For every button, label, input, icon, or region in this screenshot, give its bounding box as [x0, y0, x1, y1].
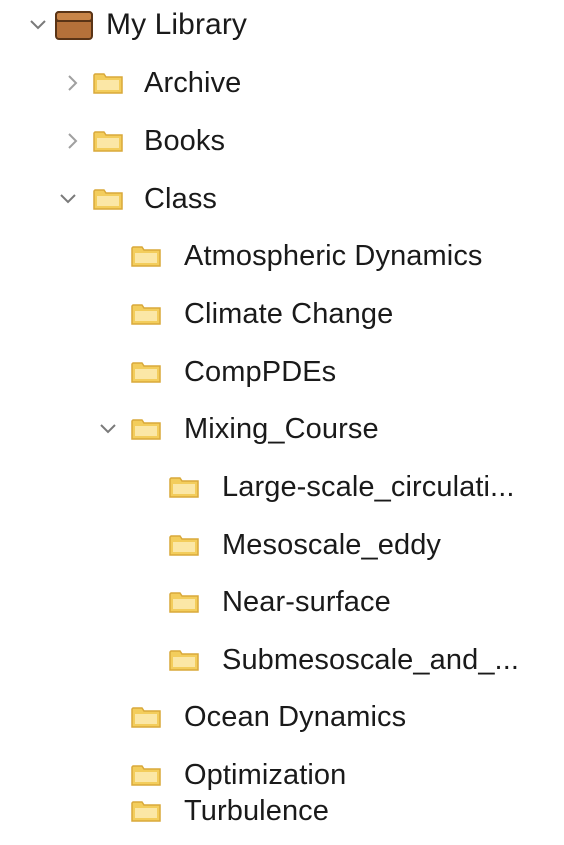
tree-row-label: Climate Change	[184, 298, 394, 330]
tree-row-large-scale-circulation[interactable]: Large-scale_circulati...	[0, 458, 564, 516]
tree-row-class[interactable]: Class	[0, 170, 564, 228]
tree-row-label: Mixing_Course	[184, 413, 379, 445]
folder-icon	[92, 129, 124, 153]
chevron-down-icon[interactable]	[98, 419, 118, 439]
folder-icon	[168, 533, 200, 557]
tree-row-label: Submesoscale_and_...	[222, 644, 520, 676]
tree-row-mixing-course[interactable]: Mixing_Course	[0, 400, 564, 458]
tree-row-turbulence[interactable]: Turbulence	[0, 782, 564, 840]
folder-icon	[92, 71, 124, 95]
folder-icon	[130, 244, 162, 268]
folder-icon	[92, 187, 124, 211]
folder-icon	[130, 302, 162, 326]
tree-row-label: CompPDEs	[184, 356, 337, 388]
tree-row-label: Books	[144, 125, 226, 157]
tree-row-label: Class	[144, 183, 218, 215]
folder-icon	[130, 799, 162, 823]
tree-row-label: Turbulence	[184, 795, 330, 827]
tree-row-label: Archive	[144, 67, 242, 99]
chevron-right-icon[interactable]	[62, 131, 82, 151]
folder-icon	[130, 417, 162, 441]
chevron-down-icon[interactable]	[28, 15, 48, 35]
chevron-down-icon[interactable]	[58, 189, 78, 209]
tree-row-label: Atmospheric Dynamics	[184, 240, 483, 272]
tree-row-my-library[interactable]: My Library	[0, 0, 564, 54]
tree-row-climate-change[interactable]: Climate Change	[0, 285, 564, 343]
tree-row-mesoscale-eddy[interactable]: Mesoscale_eddy	[0, 516, 564, 574]
collection-tree: My Library Archive Books Class Atmospher…	[0, 0, 564, 845]
tree-row-ocean-dynamics[interactable]: Ocean Dynamics	[0, 688, 564, 746]
tree-row-comppdes[interactable]: CompPDEs	[0, 343, 564, 401]
folder-icon	[168, 475, 200, 499]
tree-row-books[interactable]: Books	[0, 112, 564, 170]
tree-row-label: Near-surface	[222, 586, 391, 618]
folder-icon	[130, 360, 162, 384]
folder-icon	[168, 590, 200, 614]
tree-row-label: My Library	[106, 8, 248, 41]
tree-row-submesoscale[interactable]: Submesoscale_and_...	[0, 631, 564, 689]
tree-row-archive[interactable]: Archive	[0, 54, 564, 112]
folder-icon	[130, 705, 162, 729]
tree-row-label: Large-scale_circulati...	[222, 471, 515, 503]
tree-row-atmospheric-dynamics[interactable]: Atmospheric Dynamics	[0, 227, 564, 285]
folder-icon	[168, 648, 200, 672]
chevron-right-icon[interactable]	[62, 73, 82, 93]
tree-row-near-surface[interactable]: Near-surface	[0, 573, 564, 631]
library-box-icon	[54, 9, 94, 41]
tree-row-label: Mesoscale_eddy	[222, 529, 442, 561]
tree-row-label: Ocean Dynamics	[184, 701, 407, 733]
